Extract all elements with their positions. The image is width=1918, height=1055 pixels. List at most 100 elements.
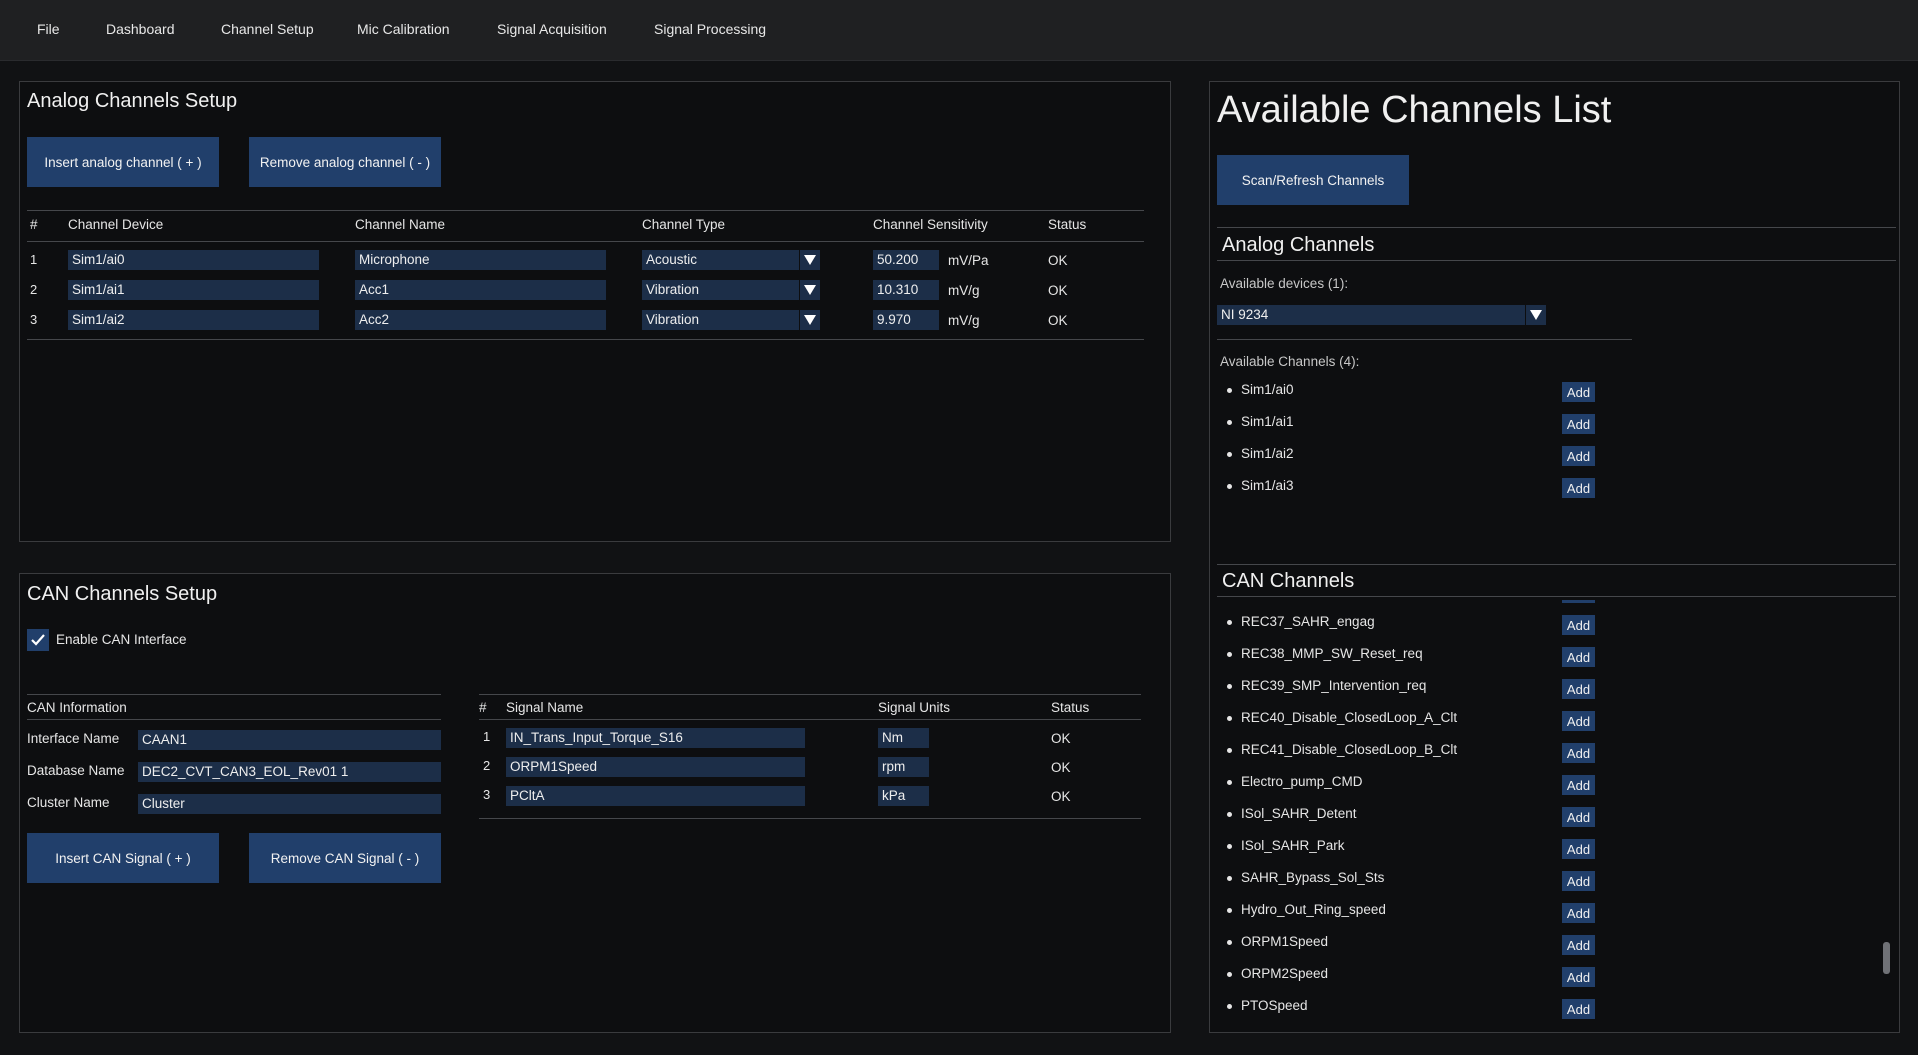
- enable-can-label: Enable CAN Interface: [56, 632, 187, 647]
- menu-bar: File Dashboard Channel Setup Mic Calibra…: [0, 0, 1918, 61]
- add-can-signal-button[interactable]: Add: [1562, 807, 1595, 827]
- channel-status: OK: [1048, 253, 1068, 268]
- enable-can-checkbox[interactable]: [27, 629, 49, 651]
- device-select[interactable]: NI 9234: [1217, 305, 1546, 325]
- channel-type-value: Vibration: [646, 282, 700, 297]
- can-col-signal-units: Signal Units: [878, 700, 951, 715]
- channel-device-input[interactable]: Sim1/ai0: [68, 250, 319, 270]
- analog-channels-title: Analog Channels: [1222, 234, 1375, 256]
- add-can-signal-button[interactable]: Add: [1562, 999, 1595, 1019]
- menu-signal-processing[interactable]: Signal Processing: [654, 21, 766, 37]
- channel-sensitivity-input[interactable]: 9.970: [873, 310, 939, 330]
- menu-file[interactable]: File: [37, 21, 60, 37]
- channel-type-select[interactable]: Vibration: [642, 310, 820, 330]
- list-item: ORPM2Speed: [1226, 966, 1329, 981]
- can-info-header-line: [27, 719, 441, 720]
- add-can-signal-button[interactable]: Add: [1562, 647, 1595, 667]
- available-devices-label: Available devices (1):: [1220, 276, 1349, 291]
- add-can-signal-button[interactable]: Add: [1562, 935, 1595, 955]
- channel-type-select[interactable]: Acoustic: [642, 250, 820, 270]
- dropdown-arrow-icon[interactable]: [799, 310, 820, 330]
- add-can-signal-button[interactable]: Add: [1562, 775, 1595, 795]
- analog-section-top-line: [1217, 227, 1896, 228]
- dropdown-arrow-icon[interactable]: [799, 280, 820, 300]
- add-channel-button[interactable]: Add: [1562, 478, 1595, 498]
- list-item: REC40_Disable_ClosedLoop_A_Clt: [1226, 710, 1458, 725]
- insert-analog-channel-button[interactable]: Insert analog channel ( + ): [27, 137, 219, 187]
- analog-setup-title: Analog Channels Setup: [27, 90, 238, 112]
- analog-table-header-line: [27, 241, 1144, 242]
- channel-name-input[interactable]: Acc1: [355, 280, 606, 300]
- interface-name-label: Interface Name: [27, 731, 120, 746]
- list-item: ISol_SAHR_Park: [1227, 838, 1345, 853]
- can-info-top-line: [27, 694, 441, 695]
- can-table-top-line: [479, 694, 1141, 695]
- add-can-signal-button[interactable]: Add: [1562, 967, 1595, 987]
- list-item: ISol_SAHR_Detent: [1227, 806, 1357, 821]
- dropdown-arrow-icon[interactable]: [1525, 305, 1546, 325]
- col-channel-sensitivity: Channel Sensitivity: [873, 217, 988, 232]
- col-number: #: [30, 217, 38, 232]
- dropdown-arrow-icon[interactable]: [799, 250, 820, 270]
- add-channel-button[interactable]: Add: [1562, 414, 1595, 434]
- list-item: Hydro_Out_Ring_speed: [1227, 902, 1386, 917]
- scan-refresh-channels-button[interactable]: Scan/Refresh Channels: [1217, 155, 1409, 205]
- add-channel-button[interactable]: Add: [1562, 446, 1595, 466]
- menu-mic-calibration[interactable]: Mic Calibration: [357, 21, 450, 37]
- database-name-input[interactable]: DEC2_CVT_CAN3_EOL_Rev01 1: [138, 762, 441, 782]
- channel-sensitivity-input[interactable]: 10.310: [873, 280, 939, 300]
- interface-name-input[interactable]: CAAN1: [138, 730, 441, 750]
- signal-units-input[interactable]: rpm: [878, 757, 929, 777]
- list-item: REC39_SMP_Intervention_req: [1226, 678, 1427, 693]
- can-section-header-line: [1217, 596, 1896, 597]
- signal-status: OK: [1051, 731, 1071, 746]
- device-select-value: NI 9234: [1221, 307, 1269, 322]
- col-channel-type: Channel Type: [642, 217, 726, 232]
- channel-type-select[interactable]: Vibration: [642, 280, 820, 300]
- signal-name-input[interactable]: PCltA: [506, 786, 805, 806]
- channel-name-input[interactable]: Acc2: [355, 310, 606, 330]
- analog-table-bottom-line: [27, 339, 1144, 340]
- add-can-signal-button[interactable]: Add: [1562, 903, 1595, 923]
- add-can-signal-button[interactable]: Add: [1562, 871, 1595, 891]
- sensitivity-unit: mV/g: [948, 313, 980, 328]
- list-item: REC41_Disable_ClosedLoop_B_Clt: [1226, 742, 1458, 757]
- can-table-bottom-line: [479, 818, 1141, 819]
- list-item: Electro_pump_CMD: [1227, 774, 1363, 789]
- channel-device-input[interactable]: Sim1/ai2: [68, 310, 319, 330]
- signal-name-input[interactable]: IN_Trans_Input_Torque_S16: [506, 728, 805, 748]
- cluster-name-input[interactable]: Cluster: [138, 794, 441, 814]
- can-col-signal-name: Signal Name: [506, 700, 584, 715]
- analog-table-top-line: [27, 210, 1144, 211]
- channel-device-input[interactable]: Sim1/ai1: [68, 280, 319, 300]
- row-number: 2: [483, 758, 491, 773]
- col-channel-device: Channel Device: [68, 217, 164, 232]
- remove-can-signal-button[interactable]: Remove CAN Signal ( - ): [249, 833, 441, 883]
- list-item: Sim1/ai1: [1227, 414, 1294, 429]
- signal-name-input[interactable]: ORPM1Speed: [506, 757, 805, 777]
- available-channels-label: Available Channels (4):: [1220, 354, 1360, 369]
- signal-units-input[interactable]: kPa: [878, 786, 929, 806]
- can-info-header: CAN Information: [27, 700, 127, 715]
- channel-name-input[interactable]: Microphone: [355, 250, 606, 270]
- channel-type-value: Vibration: [646, 312, 700, 327]
- menu-dashboard[interactable]: Dashboard: [106, 21, 175, 37]
- add-can-signal-button[interactable]: Add: [1562, 679, 1595, 699]
- add-can-signal-button[interactable]: Add: [1562, 839, 1595, 859]
- menu-signal-acquisition[interactable]: Signal Acquisition: [497, 21, 607, 37]
- list-item: REC37_SAHR_engag: [1227, 614, 1375, 629]
- channel-sensitivity-input[interactable]: 50.200: [873, 250, 939, 270]
- insert-can-signal-button[interactable]: Insert CAN Signal ( + ): [27, 833, 219, 883]
- can-list-scrollbar-thumb[interactable]: [1883, 942, 1890, 974]
- checkmark-icon: [31, 634, 45, 646]
- menu-channel-setup[interactable]: Channel Setup: [221, 21, 314, 37]
- add-can-signal-button[interactable]: Add: [1562, 615, 1595, 635]
- row-number: 2: [30, 282, 38, 297]
- add-can-signal-button[interactable]: Add: [1562, 743, 1595, 763]
- can-channels-list[interactable]: REC37_SAHR_engag Add REC38_MMP_SW_Reset_…: [1217, 598, 1895, 1028]
- add-channel-button[interactable]: Add: [1562, 382, 1595, 402]
- channel-status: OK: [1048, 283, 1068, 298]
- signal-units-input[interactable]: Nm: [878, 728, 929, 748]
- remove-analog-channel-button[interactable]: Remove analog channel ( - ): [249, 137, 441, 187]
- add-can-signal-button[interactable]: Add: [1562, 711, 1595, 731]
